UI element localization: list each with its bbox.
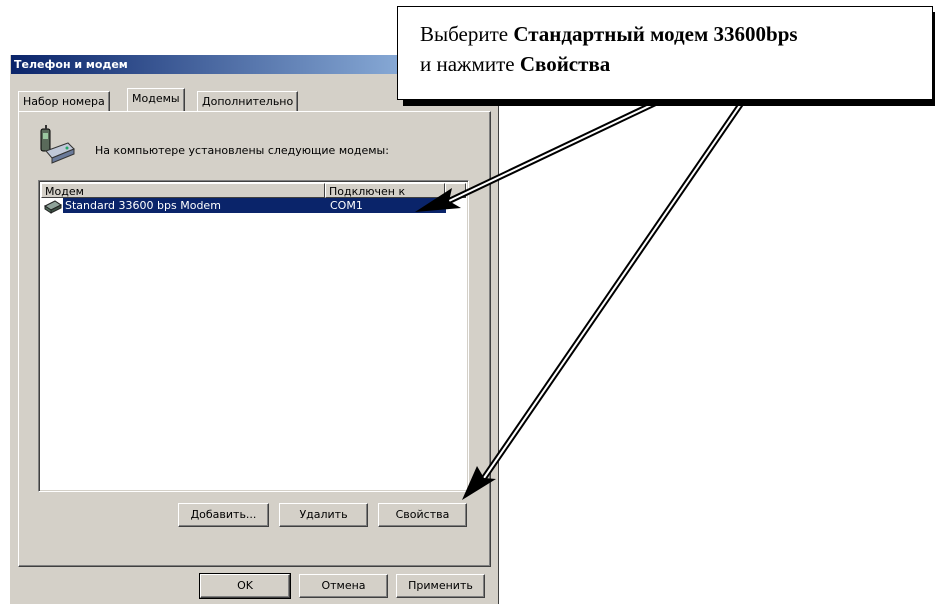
window-title: Телефон и модем [14, 58, 128, 71]
column-header-filler [445, 183, 466, 198]
modem-name-cell: Standard 33600 bps Modem [65, 199, 221, 212]
callout-line-2: и нажмите Свойства [420, 52, 611, 76]
tab-advanced[interactable]: Дополнительно [197, 91, 299, 111]
modem-device-icon [44, 200, 62, 214]
column-header-port[interactable]: Подключен к [325, 183, 445, 198]
remove-button[interactable]: Удалить [279, 503, 368, 527]
phone-modem-dialog: Телефон и модем Набор номера Модемы Допо… [10, 55, 499, 604]
table-row[interactable]: Standard 33600 bps Modem COM1 [63, 198, 446, 213]
add-button[interactable]: Добавить... [178, 503, 269, 527]
ok-button[interactable]: OK [199, 573, 291, 599]
instruction-callout: Выберите Стандартный модем 33600bps и на… [397, 6, 933, 100]
modem-port-cell: COM1 [330, 199, 363, 212]
tab-modems[interactable]: Модемы [127, 88, 185, 111]
apply-button[interactable]: Применить [396, 574, 485, 598]
properties-button[interactable]: Свойства [378, 503, 467, 527]
phone-modem-icon [40, 125, 75, 164]
tab-dialing[interactable]: Набор номера [18, 91, 110, 111]
callout-line-1: Выберите Стандартный модем 33600bps [420, 22, 798, 46]
column-header-modem[interactable]: Модем [41, 183, 325, 198]
modems-intro-text: На компьютере установлены следующие моде… [95, 144, 389, 157]
arrow-to-properties-button [462, 96, 748, 500]
cancel-button[interactable]: Отмена [299, 574, 388, 598]
modem-list[interactable]: Модем Подключен к Standard 33600 bps Mod… [38, 180, 469, 492]
